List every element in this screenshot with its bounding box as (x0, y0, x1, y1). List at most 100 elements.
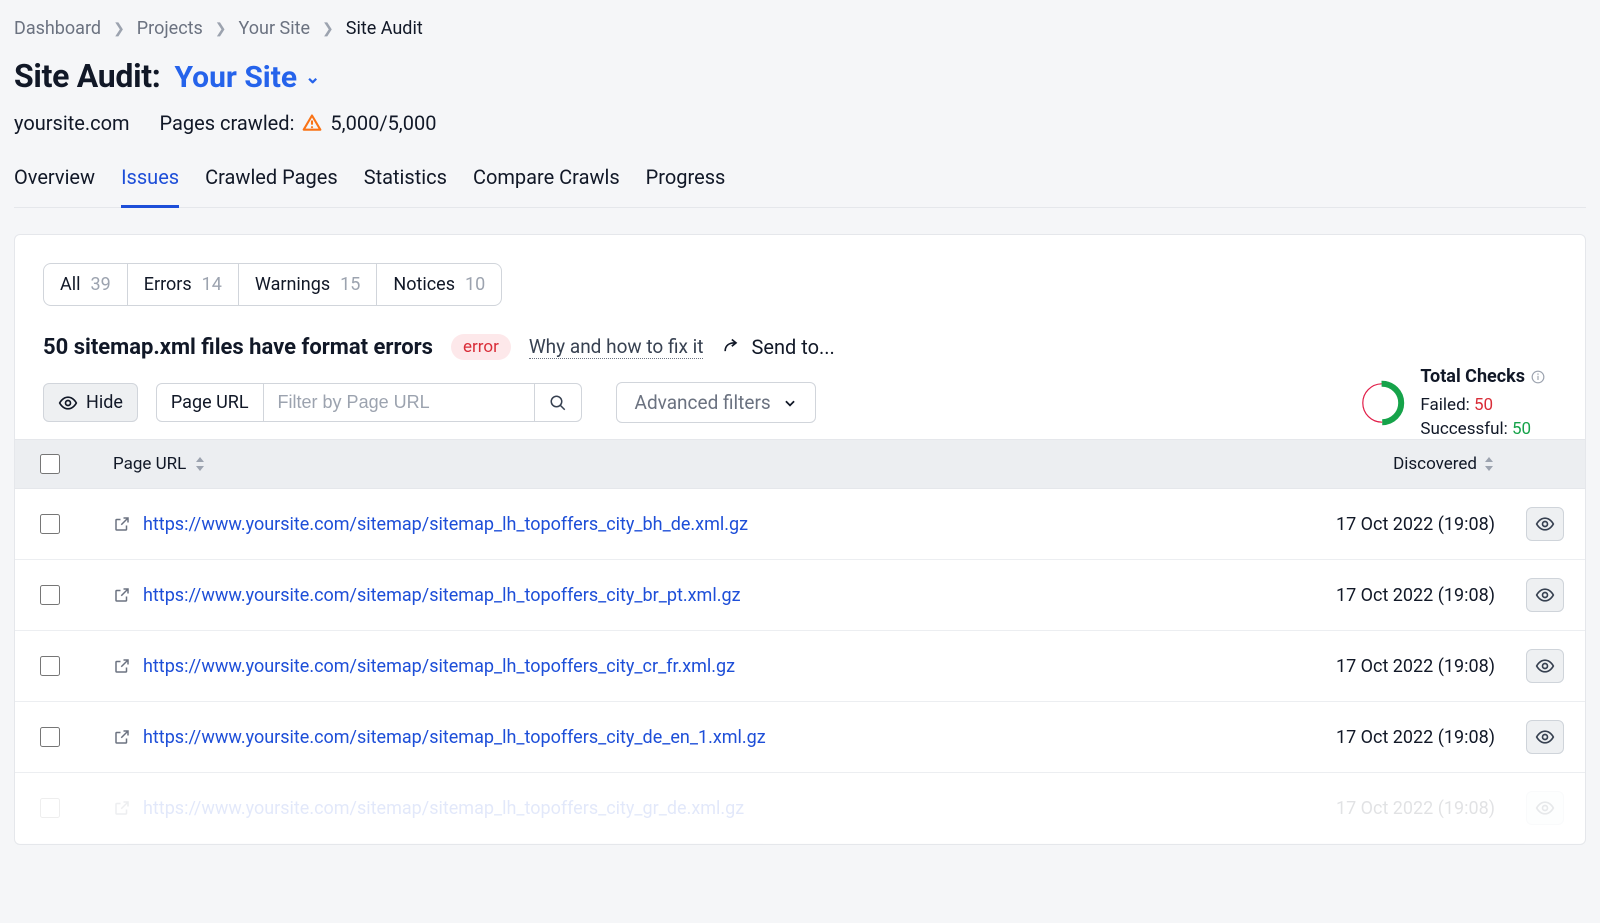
view-button[interactable] (1526, 507, 1564, 541)
issue-type-filter: All 39 Errors 14 Warnings 15 Notices 10 (43, 263, 502, 306)
eye-icon (1535, 656, 1555, 676)
url-filter-prefix[interactable]: Page URL (157, 384, 264, 421)
table-row: https://www.yoursite.com/sitemap/sitemap… (15, 560, 1585, 631)
external-link-icon[interactable] (113, 657, 131, 675)
external-link-icon[interactable] (113, 799, 131, 817)
chevron-down-icon: ⌄ (305, 67, 320, 88)
view-button[interactable] (1526, 720, 1564, 754)
hide-button[interactable]: Hide (43, 383, 138, 422)
filter-errors-label: Errors (144, 274, 192, 295)
page-url-link[interactable]: https://www.yoursite.com/sitemap/sitemap… (143, 798, 744, 819)
successful-line: Successful: 50 (1420, 419, 1545, 439)
hide-label: Hide (86, 392, 123, 413)
url-filter-group: Page URL (156, 383, 582, 422)
error-badge: error (451, 334, 511, 360)
tab-statistics[interactable]: Statistics (364, 161, 447, 208)
tab-issues[interactable]: Issues (121, 161, 179, 208)
filter-warnings[interactable]: Warnings 15 (239, 264, 377, 305)
chevron-right-icon: ❯ (322, 21, 334, 37)
warning-icon (302, 113, 322, 133)
filter-all-label: All (60, 274, 81, 295)
row-checkbox[interactable] (40, 585, 60, 605)
external-link-icon[interactable] (113, 515, 131, 533)
domain-label: yoursite.com (14, 111, 130, 135)
select-all-checkbox[interactable] (40, 454, 60, 474)
project-name: Your Site (175, 60, 298, 95)
filter-notices-label: Notices (393, 274, 455, 295)
chevron-right-icon: ❯ (113, 21, 125, 37)
tab-overview[interactable]: Overview (14, 161, 95, 208)
page-url-link[interactable]: https://www.yoursite.com/sitemap/sitemap… (143, 585, 741, 606)
total-checks: Total Checks Failed: 50 Successful: 50 (1358, 366, 1545, 439)
page-title: Site Audit: (14, 57, 161, 95)
discovered-date: 17 Oct 2022 (19:08) (1275, 798, 1505, 819)
filter-warnings-label: Warnings (255, 274, 330, 295)
row-checkbox[interactable] (40, 727, 60, 747)
eye-icon (1535, 514, 1555, 534)
filter-all-count: 39 (91, 274, 111, 295)
filter-toolbar: Hide Page URL Advanced filters (43, 382, 1557, 423)
table-row: https://www.yoursite.com/sitemap/sitemap… (15, 773, 1585, 844)
breadcrumb-item[interactable]: Your Site (239, 18, 311, 39)
advanced-filters-label: Advanced filters (635, 391, 771, 414)
table-header: Page URL Discovered (15, 439, 1585, 489)
view-button[interactable] (1526, 791, 1564, 825)
sub-info-row: yoursite.com Pages crawled: 5,000/5,000 (14, 111, 1586, 161)
external-link-icon[interactable] (113, 728, 131, 746)
eye-icon (1535, 585, 1555, 605)
discovered-date: 17 Oct 2022 (19:08) (1275, 585, 1505, 606)
page-url-link[interactable]: https://www.yoursite.com/sitemap/sitemap… (143, 514, 748, 535)
breadcrumb-current: Site Audit (346, 18, 423, 39)
row-checkbox[interactable] (40, 514, 60, 534)
donut-chart-icon (1358, 379, 1406, 427)
filter-errors-count: 14 (202, 274, 222, 295)
why-link[interactable]: Why and how to fix it (529, 335, 704, 359)
tab-progress[interactable]: Progress (646, 161, 726, 208)
column-url[interactable]: Page URL (85, 454, 1275, 474)
tab-bar: Overview Issues Crawled Pages Statistics… (14, 161, 1586, 208)
row-checkbox[interactable] (40, 656, 60, 676)
chevron-down-icon (783, 396, 797, 410)
discovered-date: 17 Oct 2022 (19:08) (1275, 727, 1505, 748)
pages-crawled-value: 5,000/5,000 (330, 111, 436, 135)
send-to-label: Send to... (751, 335, 834, 359)
eye-icon (1535, 798, 1555, 818)
external-link-icon[interactable] (113, 586, 131, 604)
column-discovered[interactable]: Discovered (1275, 454, 1505, 474)
table-row: https://www.yoursite.com/sitemap/sitemap… (15, 702, 1585, 773)
toolbar-wrap: Hide Page URL Advanced filters (15, 382, 1585, 439)
tab-compare-crawls[interactable]: Compare Crawls (473, 161, 620, 208)
share-arrow-icon (721, 337, 741, 357)
discovered-date: 17 Oct 2022 (19:08) (1275, 656, 1505, 677)
eye-icon (58, 393, 78, 413)
search-icon (549, 394, 567, 412)
breadcrumb-item[interactable]: Dashboard (14, 18, 101, 39)
row-checkbox[interactable] (40, 798, 60, 818)
breadcrumb-item[interactable]: Projects (137, 18, 203, 39)
failed-line: Failed: 50 (1420, 395, 1545, 415)
send-to-button[interactable]: Send to... (721, 335, 834, 359)
table-row: https://www.yoursite.com/sitemap/sitemap… (15, 631, 1585, 702)
view-button[interactable] (1526, 578, 1564, 612)
filter-notices[interactable]: Notices 10 (377, 264, 501, 305)
table-row: https://www.yoursite.com/sitemap/sitemap… (15, 489, 1585, 560)
sort-icon (194, 457, 206, 471)
issues-card: All 39 Errors 14 Warnings 15 Notices 10 … (14, 234, 1586, 845)
page-url-link[interactable]: https://www.yoursite.com/sitemap/sitemap… (143, 727, 766, 748)
filter-errors[interactable]: Errors 14 (128, 264, 239, 305)
project-dropdown[interactable]: Your Site ⌄ (175, 60, 321, 95)
search-button[interactable] (534, 384, 581, 421)
pages-crawled-label: Pages crawled: (160, 111, 295, 135)
page-title-row: Site Audit: Your Site ⌄ (14, 57, 1586, 111)
breadcrumb: Dashboard ❯ Projects ❯ Your Site ❯ Site … (14, 10, 1586, 57)
tab-crawled-pages[interactable]: Crawled Pages (205, 161, 338, 208)
page-url-link[interactable]: https://www.yoursite.com/sitemap/sitemap… (143, 656, 735, 677)
info-icon[interactable] (1531, 370, 1545, 384)
filter-warnings-count: 15 (340, 274, 360, 295)
filter-all[interactable]: All 39 (44, 264, 128, 305)
url-filter-input[interactable] (264, 384, 534, 421)
filter-notices-count: 10 (465, 274, 485, 295)
advanced-filters-button[interactable]: Advanced filters (616, 382, 816, 423)
sort-icon (1483, 457, 1495, 471)
view-button[interactable] (1526, 649, 1564, 683)
